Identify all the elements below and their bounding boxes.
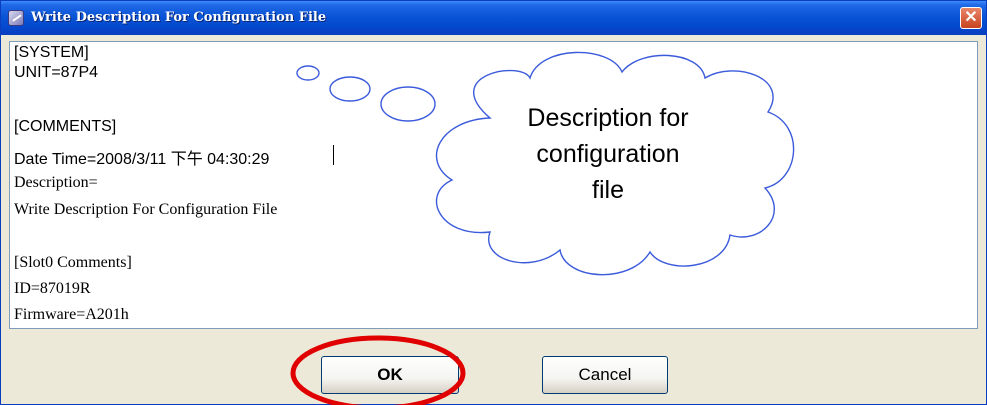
callout-line: configuration [536,140,680,168]
cloud-bubble-medium [329,76,371,102]
callout-line: Description for [527,104,689,132]
cloud-bubble-small [296,65,320,81]
cloud-bubble-large [380,86,436,122]
callout-text: Description for configuration file [468,100,748,208]
callout-line: file [592,176,624,204]
